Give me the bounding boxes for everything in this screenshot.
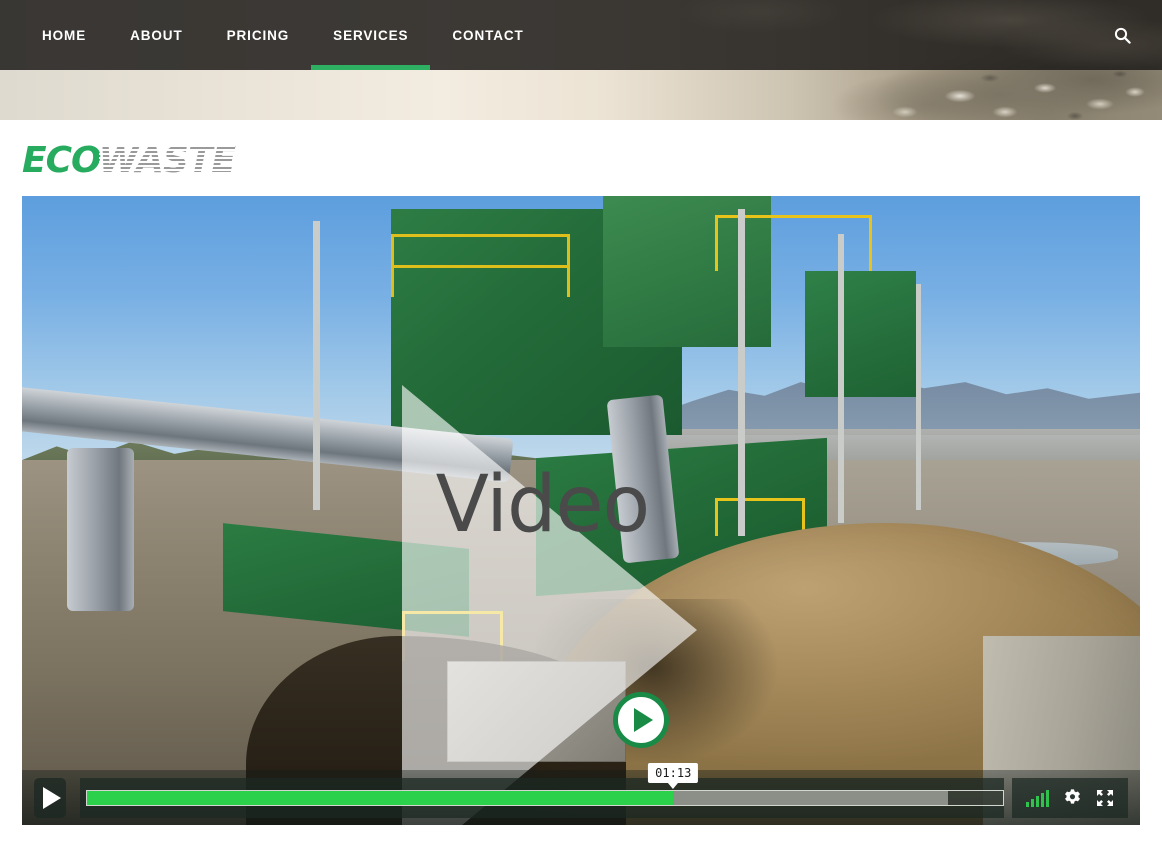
nav-menu: HOME ABOUT PRICING SERVICES CONTACT (20, 0, 546, 70)
nav-item-pricing[interactable]: PRICING (205, 0, 312, 70)
play-triangle-glyph (634, 708, 653, 732)
play-circle-icon[interactable] (613, 692, 669, 748)
nav-item-home[interactable]: HOME (20, 0, 108, 70)
video-scene-duct-b (66, 447, 134, 612)
video-scene-frame-leg-c (838, 233, 845, 524)
video-control-bar: 01:13 (22, 762, 1140, 825)
video-scene-railing-d (715, 497, 805, 536)
play-button[interactable] (34, 777, 66, 818)
video-scene-frame-leg-b (737, 208, 745, 536)
search-icon (1114, 27, 1131, 44)
time-tooltip: 01:13 (648, 762, 699, 789)
logo-waste-label: WASTE (98, 140, 236, 181)
play-icon (42, 786, 61, 809)
fullscreen-icon[interactable] (1096, 789, 1114, 807)
nav-item-label: CONTACT (452, 27, 524, 43)
video-scene-railing-a (390, 233, 570, 297)
video-player[interactable]: Video 01:13 (22, 196, 1140, 825)
video-scene-frame-leg-d (916, 284, 922, 511)
video-scene-frame-leg-a (312, 221, 320, 511)
site-logo[interactable]: ECO WASTE (22, 140, 236, 182)
video-right-controls (1012, 777, 1128, 818)
nav-item-label: ABOUT (130, 27, 183, 43)
nav-item-services[interactable]: SERVICES (311, 0, 431, 70)
progress-bar-container[interactable]: 01:13 (80, 762, 1004, 818)
search-button[interactable] (1102, 0, 1142, 70)
nav-item-label: PRICING (226, 27, 290, 43)
progress-track[interactable]: 01:13 (86, 762, 1004, 806)
video-scene-machine-right (804, 271, 917, 398)
nav-item-label: SERVICES (333, 27, 409, 43)
logo-text-waste: WASTE (98, 140, 236, 181)
video-scene-concrete-block (446, 661, 626, 763)
volume-bars-icon[interactable] (1026, 789, 1049, 807)
nav-item-label: HOME (42, 27, 87, 43)
progress-fill (87, 790, 674, 805)
top-navigation-bar: HOME ABOUT PRICING SERVICES CONTACT (0, 0, 1162, 70)
gear-icon[interactable] (1063, 788, 1082, 807)
logo-text-eco: ECO (22, 140, 102, 181)
nav-item-about[interactable]: ABOUT (108, 0, 205, 70)
nav-item-contact[interactable]: CONTACT (430, 0, 545, 70)
